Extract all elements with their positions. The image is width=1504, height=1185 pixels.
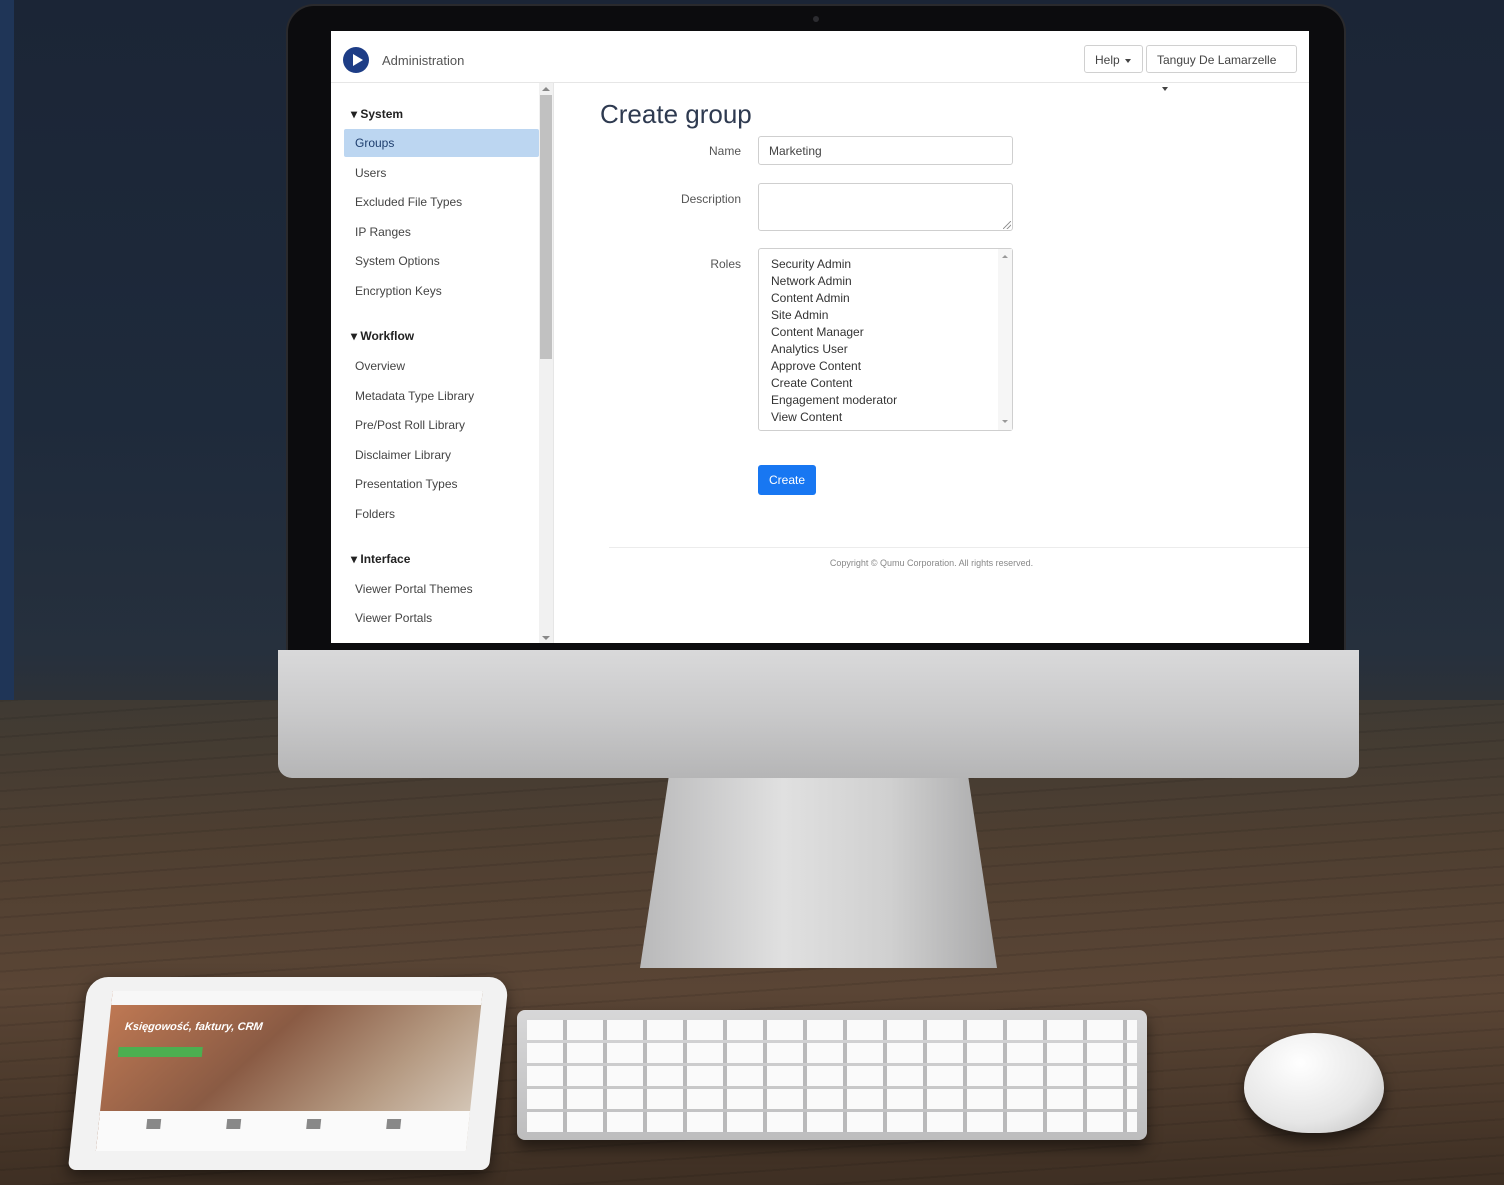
copyright-text: Copyright © Qumu Corporation. All rights… [829,558,1034,568]
keyboard [517,1010,1147,1140]
help-label: Help [1095,53,1120,67]
description-label: Description [680,192,741,206]
tablet-site-nav [111,991,483,1005]
sidebar-section-system[interactable]: ▾ System [351,107,403,121]
sidebar-item-pre-post-roll-library[interactable]: Pre/Post Roll Library [344,411,539,439]
chevron-down-icon [1162,86,1168,91]
role-option[interactable]: Network Admin [771,274,852,288]
roles-listbox[interactable]: Security Admin Network Admin Content Adm… [758,248,1013,431]
sidebar-item-viewer-portals[interactable]: Viewer Portals [344,604,539,632]
page-title: Create group [600,99,752,129]
camera [813,16,819,22]
create-button[interactable]: Create [758,465,816,495]
resize-handle-icon[interactable] [1003,221,1011,229]
top-bar: Administration Help Tanguy De Lamarzelle [331,31,1309,91]
role-option[interactable]: Approve Content [771,359,861,373]
role-option[interactable]: Analytics User [771,342,848,356]
keyboard-keys [527,1020,1137,1132]
scroll-down-icon[interactable] [1002,420,1008,423]
role-option[interactable]: Content Manager [771,325,864,339]
sidebar-item-presentation-types[interactable]: Presentation Types [344,470,539,498]
tablet-cta-bar [117,1047,203,1057]
sidebar-item-disclaimer-library[interactable]: Disclaimer Library [344,441,539,469]
coins-icon [386,1119,402,1129]
chevron-down-icon [1124,58,1131,63]
sidebar-section-interface[interactable]: ▾ Interface [351,552,410,566]
sidebar-item-folders[interactable]: Folders [344,500,539,528]
roles-scrollbar[interactable] [998,249,1012,430]
qumu-logo-icon[interactable] [343,47,369,73]
monitor-chin [278,650,1359,778]
pen-icon [306,1119,322,1129]
tablet-screen: Księgowość, faktury, CRM [95,991,483,1151]
sidebar-item-overview[interactable]: Overview [344,352,539,380]
scroll-down-icon[interactable] [542,636,550,640]
sidebar-section-workflow[interactable]: ▾ Workflow [351,329,414,343]
description-field[interactable] [758,183,1013,231]
books-icon [226,1119,242,1129]
monitor-stand [640,778,997,968]
help-dropdown-button[interactable]: Help [1084,45,1143,73]
laptop-icon [146,1119,162,1129]
sidebar-scrollbar-thumb[interactable] [540,95,552,359]
footer-divider [609,547,1309,548]
tablet-feature-strip [95,1111,471,1151]
tablet-device: Księgowość, faktury, CRM [67,977,510,1170]
role-option[interactable]: Content Admin [771,291,850,305]
role-option[interactable]: Security Admin [771,257,851,271]
sidebar-item-metadata-type-library[interactable]: Metadata Type Library [344,382,539,410]
sidebar-item-ip-ranges[interactable]: IP Ranges [344,218,539,246]
monitor-screen: Administration Help Tanguy De Lamarzelle… [331,31,1309,643]
sidebar-item-viewer-portal-themes[interactable]: Viewer Portal Themes [344,575,539,603]
role-option[interactable]: View Content [771,410,842,424]
mouse [1244,1033,1384,1133]
role-option[interactable]: Site Admin [771,308,828,322]
sidebar-item-users[interactable]: Users [344,159,539,187]
app-title: Administration [382,53,465,68]
user-dropdown-button[interactable]: Tanguy De Lamarzelle [1146,45,1297,91]
user-label: Tanguy De Lamarzelle [1157,53,1277,67]
tablet-headline: Księgowość, faktury, CRM [124,1021,264,1033]
sidebar-item-excluded-file-types[interactable]: Excluded File Types [344,188,539,216]
role-option[interactable]: Create Content [771,376,852,390]
scroll-up-icon[interactable] [542,87,550,91]
name-field[interactable] [758,136,1013,165]
sidebar-item-groups[interactable]: Groups [344,129,539,157]
name-label: Name [708,144,741,158]
scroll-up-icon[interactable] [1002,255,1008,258]
sidebar-item-encryption-keys[interactable]: Encryption Keys [344,277,539,305]
role-option[interactable]: Engagement moderator [771,393,897,407]
sidebar: ▾ System Groups Users Excluded File Type… [331,83,554,643]
roles-label: Roles [710,257,741,271]
sidebar-item-system-options[interactable]: System Options [344,247,539,275]
